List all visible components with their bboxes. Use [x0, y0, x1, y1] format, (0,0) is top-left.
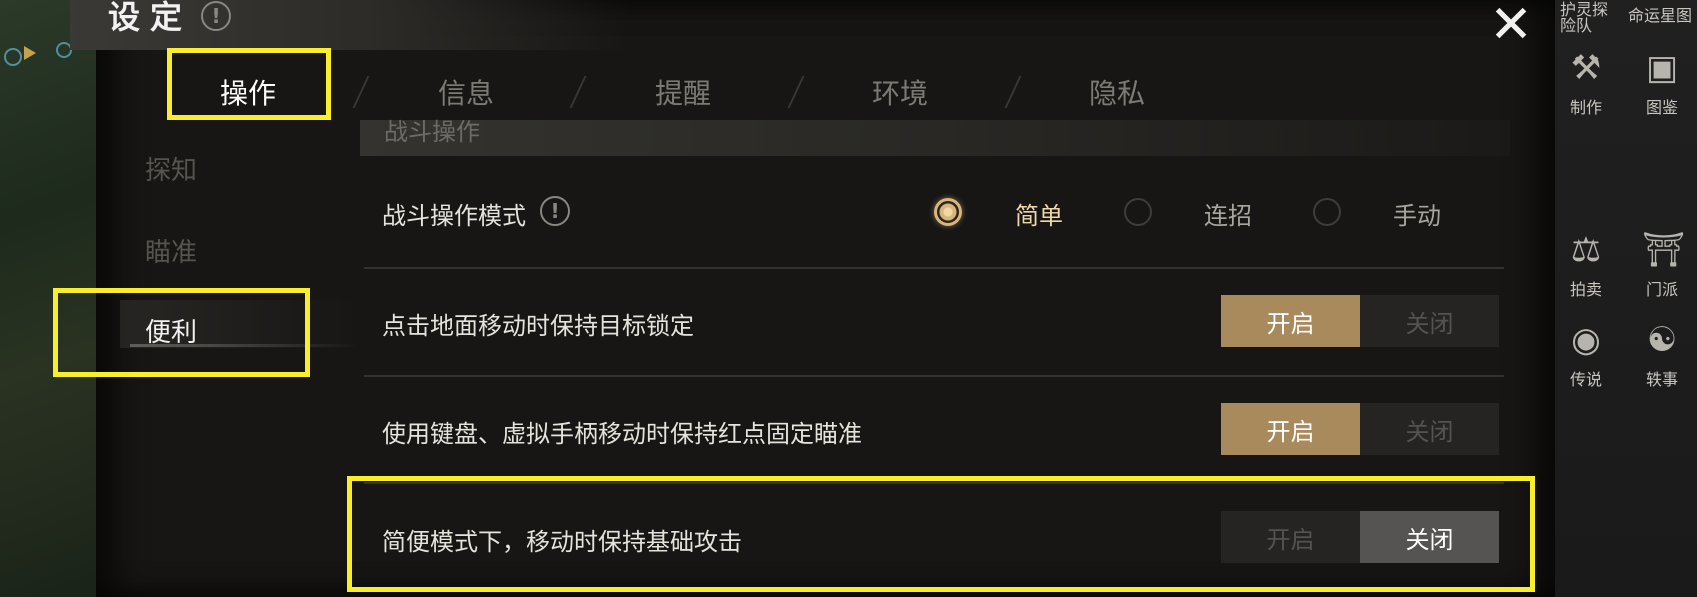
legend-icon[interactable]: ◉ [1566, 320, 1606, 360]
row-divider [364, 267, 1504, 269]
highlight-box-sidebar [53, 288, 310, 377]
highlight-box-tab [167, 48, 331, 120]
close-button[interactable]: ✕ [1488, 0, 1534, 51]
radio-simple[interactable] [934, 198, 962, 226]
anecdote-icon[interactable]: ☯ [1642, 320, 1682, 360]
setting-label-fixed-aim: 使用键盘、虚拟手柄移动时保持红点固定瞄准 [382, 420, 862, 448]
close-icon: ✕ [1489, 0, 1533, 55]
auction-icon[interactable]: ⚖ [1566, 230, 1606, 270]
toggle-on-option[interactable]: 开启 [1221, 403, 1360, 455]
tab-privacy[interactable]: 隐私 [1089, 72, 1145, 112]
setting-label-combat-mode: 战斗操作模式 [382, 202, 526, 230]
radio-label-combo[interactable]: 连招 [1204, 196, 1252, 231]
toggle-off-option[interactable]: 关闭 [1360, 295, 1499, 347]
tab-environment[interactable]: 环境 [872, 72, 928, 112]
player-arrow-icon [24, 46, 36, 60]
sect-icon[interactable]: ⛩ [1642, 230, 1685, 270]
section-header-bar [360, 120, 1510, 156]
rail-label-explore-team[interactable]: 护灵探险队 [1560, 2, 1620, 34]
section-title: 战斗操作 [384, 118, 480, 146]
sidebar-item-detection[interactable]: 探知 [145, 150, 197, 187]
toggle-fixed-aim: 开启 关闭 [1221, 403, 1499, 455]
crafting-icon[interactable]: ⚒ [1566, 48, 1606, 88]
radio-manual[interactable] [1313, 198, 1341, 226]
rail-label-crafting[interactable]: 制作 [1570, 94, 1602, 118]
sidebar-item-aiming[interactable]: 瞄准 [145, 232, 197, 269]
codex-icon[interactable]: ▣ [1642, 48, 1682, 88]
tab-reminder[interactable]: 提醒 [655, 72, 711, 112]
page-title: 设定 [108, 0, 193, 36]
radio-label-simple[interactable]: 简单 [1015, 196, 1063, 231]
radio-label-manual[interactable]: 手动 [1393, 196, 1441, 231]
rail-label-fate-map[interactable]: 命运星图 [1628, 2, 1692, 26]
highlight-box-setting [347, 476, 1535, 592]
help-icon[interactable]: ! [201, 1, 231, 31]
row-divider [364, 375, 1504, 377]
tab-info[interactable]: 信息 [438, 72, 494, 112]
toggle-off-option[interactable]: 关闭 [1360, 403, 1499, 455]
rail-label-auction[interactable]: 拍卖 [1570, 276, 1602, 300]
rail-label-legend[interactable]: 传说 [1570, 366, 1602, 390]
rail-label-codex[interactable]: 图鉴 [1646, 94, 1678, 118]
toggle-on-option[interactable]: 开启 [1221, 295, 1360, 347]
setting-label-keep-target-lock: 点击地面移动时保持目标锁定 [382, 312, 694, 340]
map-marker-icon [4, 48, 22, 66]
radio-combo[interactable] [1124, 198, 1152, 226]
info-icon[interactable]: ! [540, 196, 570, 226]
rail-label-anecdote[interactable]: 轶事 [1646, 366, 1678, 390]
toggle-keep-target-lock: 开启 关闭 [1221, 295, 1499, 347]
rail-label-sect[interactable]: 门派 [1646, 276, 1678, 300]
